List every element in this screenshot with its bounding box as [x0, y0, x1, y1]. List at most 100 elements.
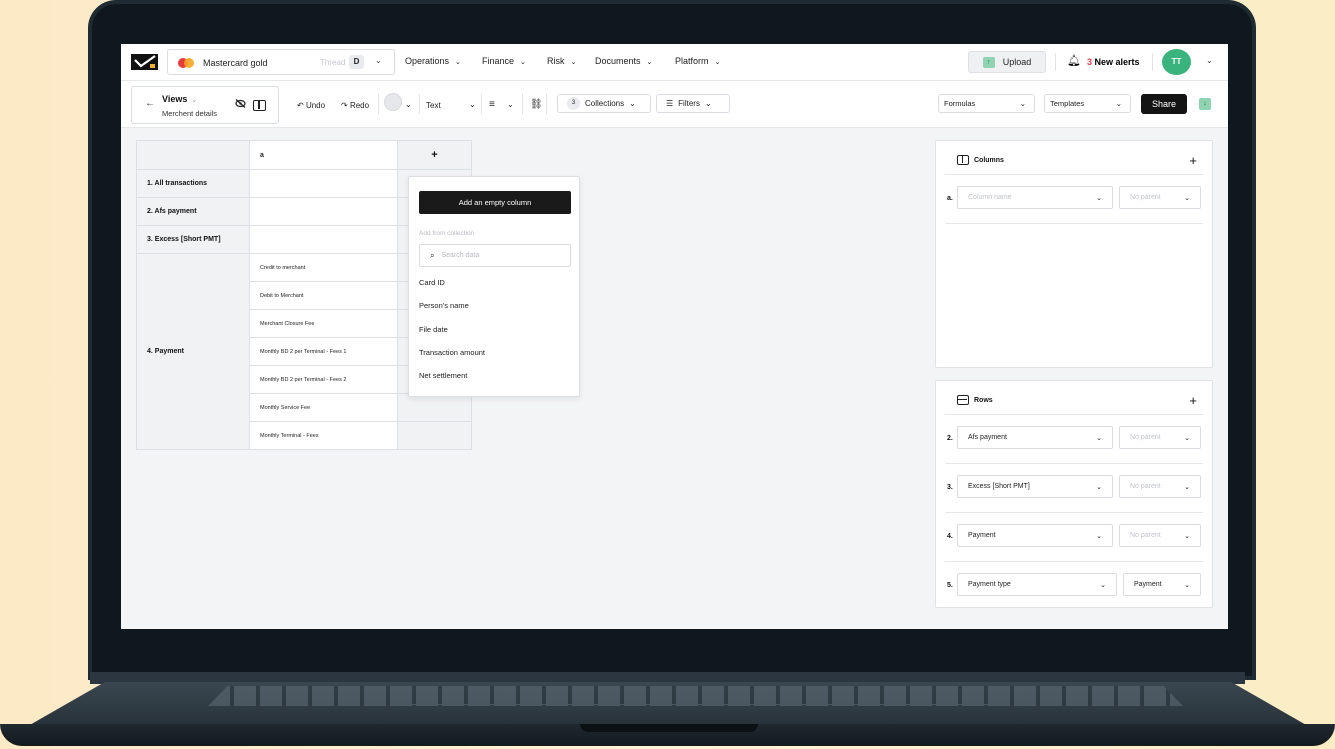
- alerts-label: New alerts: [1094, 57, 1140, 67]
- table-cell[interactable]: [249, 169, 398, 198]
- keyboard: [208, 686, 1183, 706]
- views-subtitle: Merchent details: [162, 109, 218, 118]
- column-name-field[interactable]: Column name ⌄: [957, 186, 1113, 209]
- eye-off-icon[interactable]: [235, 99, 246, 111]
- link-icon[interactable]: ⛓︎: [530, 99, 543, 110]
- list-item[interactable]: File date: [419, 325, 448, 334]
- filters-button[interactable]: ☰ Filters ⌄: [656, 94, 730, 113]
- parent-select[interactable]: Payment ⌄: [1123, 573, 1201, 596]
- nav-documents[interactable]: Documents ⌄: [595, 56, 652, 66]
- panel-title: Columns: [974, 157, 1004, 164]
- account-selector[interactable]: Mastercard gold Thread D ⌄: [167, 49, 395, 75]
- text-style-select[interactable]: Text: [426, 101, 441, 110]
- sub-row-label[interactable]: Monthly Terminal - Fees: [249, 421, 398, 450]
- chevron-down-icon: ⌄: [1184, 194, 1190, 202]
- align-icon[interactable]: ≡: [489, 99, 495, 110]
- templates-label: Templates: [1050, 99, 1085, 108]
- list-item[interactable]: Card ID: [419, 278, 445, 287]
- rows-panel-header: Rows +: [945, 393, 1203, 415]
- nav-platform[interactable]: Platform ⌄: [675, 56, 720, 66]
- thread-badge[interactable]: D: [349, 55, 364, 69]
- chevron-down-icon[interactable]: ⌄: [469, 100, 476, 109]
- nav-risk[interactable]: Risk ⌄: [547, 56, 576, 66]
- undo-button[interactable]: ↶ Undo: [297, 101, 325, 110]
- column-config-row: a. Column name ⌄ No parent ⌄: [945, 175, 1203, 224]
- chevron-down-icon: ⌄: [1184, 581, 1190, 589]
- chevron-down-icon[interactable]: ⌄: [1206, 56, 1213, 65]
- chevron-down-icon: ⌄: [1100, 581, 1106, 589]
- field-value: Payment type: [968, 581, 1011, 588]
- row-index: 4.: [947, 533, 953, 540]
- download-icon[interactable]: ↓: [1199, 98, 1211, 110]
- laptop-notch: [580, 724, 758, 732]
- chevron-down-icon: ⌄: [1115, 99, 1122, 108]
- parent-select[interactable]: No parent ⌄: [1119, 475, 1201, 498]
- row-index: a.: [947, 195, 953, 202]
- app-logo[interactable]: [131, 54, 158, 70]
- formulas-select[interactable]: Formulas ⌄: [938, 94, 1035, 113]
- formulas-label: Formulas: [944, 99, 976, 108]
- row-label[interactable]: 1. All transactions: [136, 169, 250, 198]
- add-column-button[interactable]: +: [397, 140, 472, 170]
- add-column-dropdown: Add an empty column Add from collection …: [408, 176, 580, 397]
- avatar[interactable]: TT: [1162, 49, 1191, 75]
- collections-button[interactable]: 3 Collections ⌄: [557, 94, 651, 113]
- table-header-row: a +: [136, 140, 472, 170]
- parent-select[interactable]: No parent ⌄: [1119, 426, 1201, 449]
- color-picker[interactable]: [384, 93, 402, 111]
- divider: [378, 94, 379, 114]
- row-label[interactable]: 2. Afs payment: [136, 197, 250, 226]
- chevron-down-icon[interactable]: ⌄: [405, 100, 412, 109]
- sub-row-label[interactable]: Credit to merchant: [249, 253, 398, 282]
- sub-row-label[interactable]: Monthly BD 2 per Terminal - Fees 1: [249, 337, 398, 366]
- table-cell[interactable]: [249, 197, 398, 226]
- add-empty-column-button[interactable]: Add an empty column: [419, 191, 571, 214]
- columns-panel: Columns + a. Column name ⌄ No parent ⌄: [935, 140, 1213, 368]
- templates-select[interactable]: Templates ⌄: [1044, 94, 1131, 113]
- field-placeholder: No parent: [1130, 532, 1161, 539]
- field-value: Excess [Short PMT]: [968, 483, 1030, 490]
- table-cell[interactable]: [249, 225, 398, 254]
- redo-button[interactable]: ↷ Redo: [341, 101, 369, 110]
- row-label[interactable]: 3. Excess [Short PMT]: [136, 225, 250, 254]
- sub-row-label[interactable]: Monthly BD 2 per Terminal - Fees 2: [249, 365, 398, 394]
- upload-icon: ↑: [982, 56, 995, 68]
- row-name-select[interactable]: Excess [Short PMT] ⌄: [957, 475, 1113, 498]
- search-input[interactable]: ⌕ Search data: [419, 244, 571, 267]
- parent-select[interactable]: No parent ⌄: [1119, 524, 1201, 547]
- parent-select[interactable]: No parent ⌄: [1119, 186, 1201, 209]
- row-config-row: 2. Afs payment ⌄ No parent ⌄: [945, 415, 1203, 464]
- sub-row-label[interactable]: Merchant Closure Fee: [249, 309, 398, 338]
- nav-operations[interactable]: Operations ⌄: [405, 56, 461, 66]
- share-button[interactable]: Share: [1141, 94, 1187, 114]
- back-arrow-icon[interactable]: ←: [145, 98, 155, 109]
- add-icon[interactable]: +: [1189, 393, 1197, 408]
- list-item[interactable]: Net settlement: [419, 371, 467, 380]
- row-name-select[interactable]: Payment type ⌄: [957, 573, 1117, 596]
- collections-count: 3: [567, 97, 580, 110]
- divider: [481, 94, 482, 114]
- column-header[interactable]: a: [249, 140, 398, 170]
- upload-button[interactable]: ↑ Upload: [968, 51, 1046, 73]
- nav-finance[interactable]: Finance ⌄: [482, 56, 526, 66]
- account-name: Mastercard gold: [203, 58, 268, 68]
- sub-row-label[interactable]: Monthly Service Fee: [249, 393, 398, 422]
- split-view-icon[interactable]: [253, 100, 266, 111]
- columns-icon: [957, 155, 969, 165]
- views-selector[interactable]: ← Views ⌄ Merchent details: [131, 86, 279, 124]
- alerts-count: 3: [1087, 57, 1093, 67]
- row-label[interactable]: 4. Payment: [136, 253, 250, 450]
- add-icon[interactable]: +: [1189, 153, 1197, 168]
- alerts-link[interactable]: 3 New alerts: [1087, 57, 1140, 67]
- row-name-select[interactable]: Afs payment ⌄: [957, 426, 1113, 449]
- chevron-down-icon: ⌄: [1096, 194, 1102, 202]
- sub-row-label[interactable]: Debit to Merchant: [249, 281, 398, 310]
- chevron-down-icon[interactable]: ⌄: [507, 100, 514, 109]
- field-placeholder: Column name: [968, 194, 1012, 201]
- row-name-select[interactable]: Payment ⌄: [957, 524, 1113, 547]
- chevron-down-icon: ⌄: [1184, 532, 1190, 540]
- bell-icon[interactable]: 🔔︎: [1067, 54, 1081, 67]
- search-placeholder: Search data: [441, 252, 480, 259]
- list-item[interactable]: Person's name: [419, 301, 469, 310]
- list-item[interactable]: Transaction amount: [419, 348, 485, 357]
